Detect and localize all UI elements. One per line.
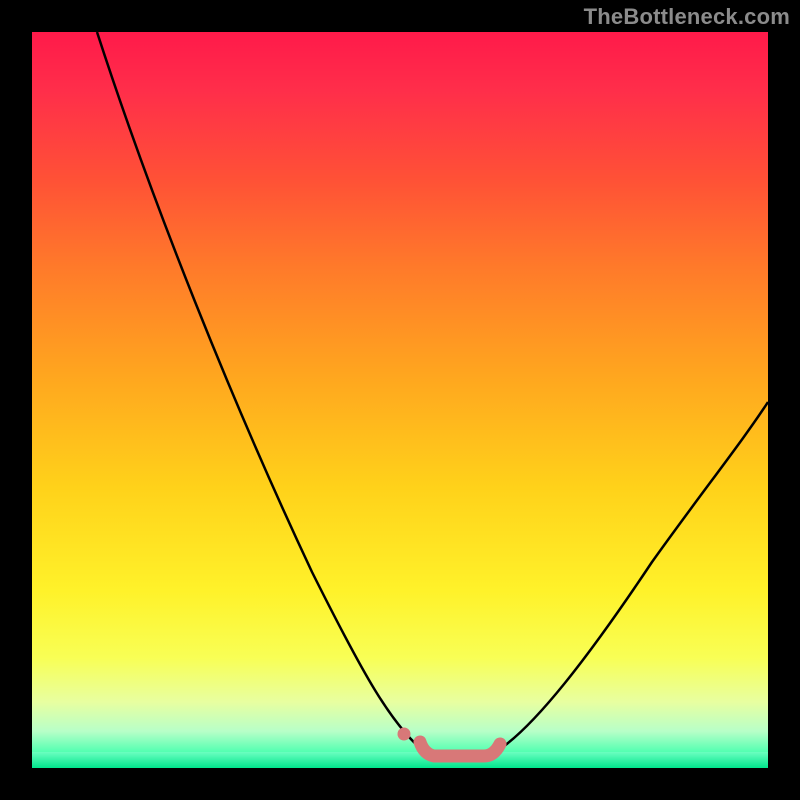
- optimal-range-marker: [420, 742, 500, 756]
- watermark-text: TheBottleneck.com: [584, 4, 790, 30]
- bottleneck-curve-plot: [32, 32, 768, 768]
- optimal-point-dot: [398, 728, 411, 741]
- right-performance-curve: [492, 402, 768, 754]
- left-performance-curve: [97, 32, 427, 754]
- chart-area: [32, 32, 768, 768]
